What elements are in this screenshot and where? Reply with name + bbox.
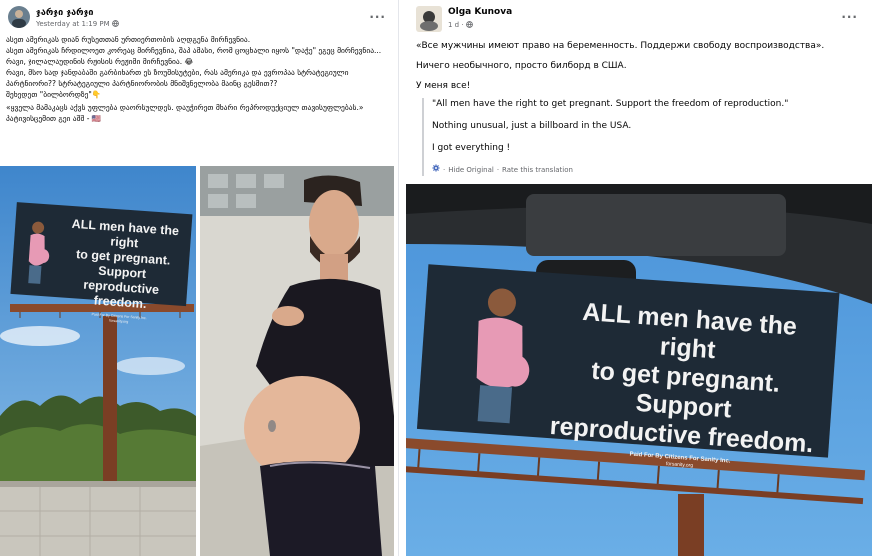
rate-translation-link[interactable]: Rate this translation [502,164,573,176]
post-line: «ყველა მამაკაცს აქვს უფლება დაორსულდეს. … [6,103,364,112]
post-text: ასეთ ამერიკას დიან რუსეთთან ურთიერთობის … [6,34,396,124]
post-line: პატივისცემით გეი აშშ - 🇺🇸 [6,114,102,123]
separator: · [443,166,446,174]
post-line: შეხედეთ "ბილბორდზე"👇 [6,90,102,99]
translation-block: "All men have the right to get pregnant.… [422,98,862,176]
globe-icon [112,20,119,28]
more-options-icon[interactable]: ··· [369,10,386,24]
timestamp-text[interactable]: 1 d · [448,21,466,29]
translated-line: Nothing unusual, just a billboard in the… [432,121,632,131]
gear-icon [432,164,440,176]
hide-original-link[interactable]: Hide Original [448,164,494,176]
author-name[interactable]: Olga Kunova [448,7,512,17]
post-timestamp[interactable]: Yesterday at 1:19 PM [36,20,119,28]
avatar[interactable] [416,6,442,32]
post-header: Olga Kunova 1 d · ··· [416,6,868,34]
translated-line: I got everything ! [432,143,511,153]
timestamp-text[interactable]: Yesterday at 1:19 PM [36,20,110,28]
post-line: Ничего необычного, просто билборд в США. [416,61,627,71]
post-line: «Все мужчины имеют право на беременность… [416,41,825,51]
post-line: У меня все! [416,81,471,91]
post-header: ჯარჯი ჯარჯი Yesterday at 1:19 PM ··· [8,6,390,34]
post-line: ასეთ ამერიკას ჩრდილოეთ კორეაც მირჩევნია,… [6,46,382,66]
billboard-photo[interactable]: ALL men have the right to get pregnant. … [406,184,872,556]
post-line: ასეთ ამერიკას დიან რუსეთთან ურთიერთობის … [6,35,251,44]
right-post: Olga Kunova 1 d · ··· «Все мужчины имеют… [406,0,876,556]
billboard-text: ALL men have the right to get pregnant. … [55,216,190,328]
globe-icon [465,21,473,29]
post-timestamp[interactable]: 1 d · [448,21,473,29]
billboard-text: ALL men have the right to get pregnant. … [545,296,826,477]
billboard-photo[interactable]: ALL men have the right to get pregnant. … [0,166,196,556]
man-photo[interactable] [200,166,394,556]
post-line: რავი, მსო სად ჯანდაბაში გარბიხართ ეს ზოუ… [6,68,349,88]
more-options-icon[interactable]: ··· [841,10,858,24]
left-post: ჯარჯი ჯარჯი Yesterday at 1:19 PM ··· ასე… [0,0,399,556]
translation-links: · Hide Original · Rate this translation [432,164,862,176]
author-name[interactable]: ჯარჯი ჯარჯი [36,8,94,18]
translated-line: "All men have the right to get pregnant.… [432,99,789,109]
separator: · [496,166,500,174]
avatar[interactable] [8,6,30,28]
original-text: «Все мужчины имеют право на беременность… [416,40,866,100]
